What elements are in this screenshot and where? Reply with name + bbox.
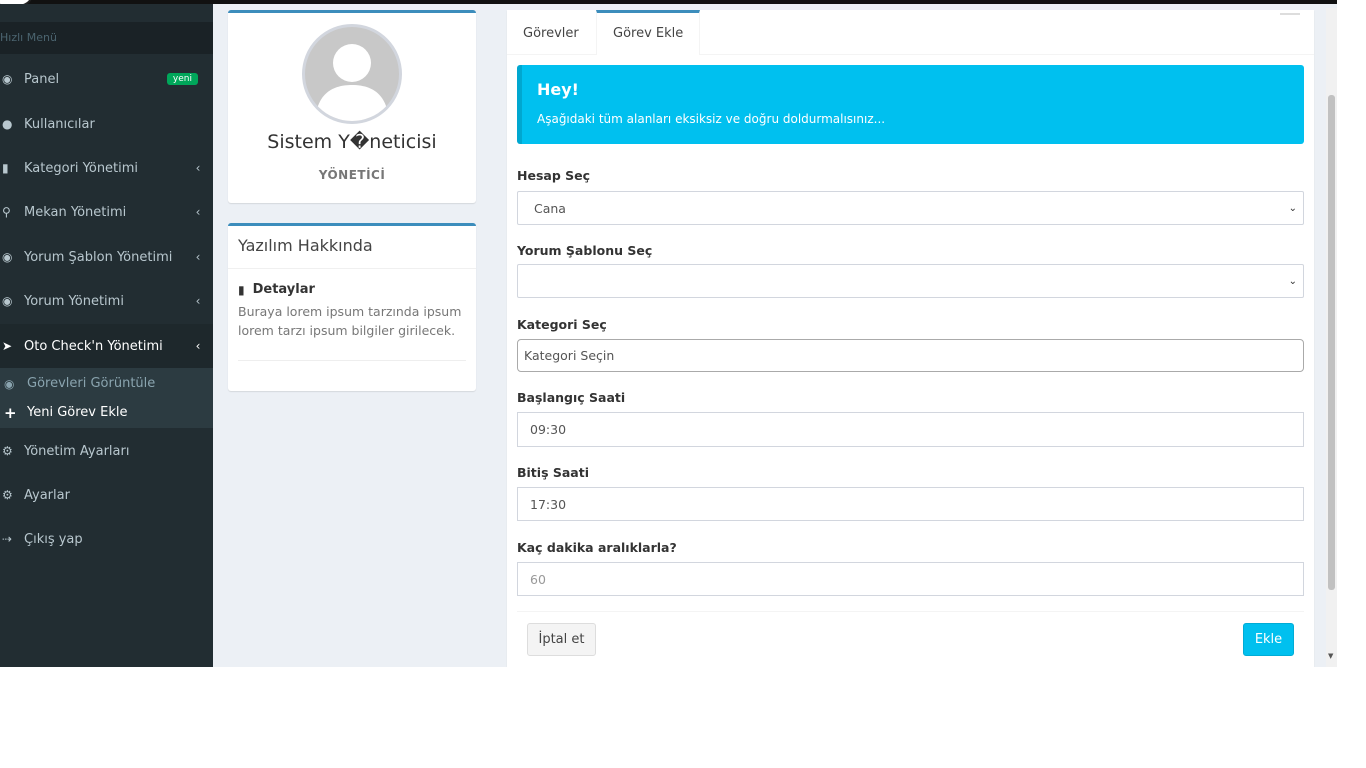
add-button[interactable]: Ekle bbox=[1243, 623, 1294, 656]
cancel-button[interactable]: İptal et bbox=[527, 623, 596, 656]
template-select[interactable]: ⌄ bbox=[517, 264, 1304, 298]
account-select[interactable]: Cana ⌄ bbox=[517, 191, 1304, 225]
sidebar-subitem-label: Görevleri Görüntüle bbox=[27, 376, 156, 391]
tab-bar: Görevler Görev Ekle bbox=[507, 10, 1314, 55]
sidebar-item-label: Panel bbox=[24, 71, 60, 87]
avatar bbox=[302, 24, 402, 124]
gear-icon: ⚙ bbox=[2, 488, 13, 502]
chevron-left-icon: ‹ bbox=[195, 205, 201, 219]
sidebar-item-label: Yorum Şablon Yönetimi bbox=[24, 249, 173, 265]
about-box: Yazılım Hakkında ▮ Detaylar Buraya lorem… bbox=[228, 223, 476, 391]
comments-icon: ◉ bbox=[2, 250, 13, 264]
interval-input[interactable]: 60 bbox=[517, 562, 1304, 596]
divider bbox=[238, 360, 466, 361]
chevron-left-icon: ‹ bbox=[195, 161, 201, 175]
sidebar-item-label: Kullanıcılar bbox=[24, 116, 95, 132]
interval-label: Kaç dakika aralıklarla? bbox=[517, 540, 677, 555]
sidebar-item-logout[interactable]: ⇢ Çıkış yap bbox=[0, 517, 213, 561]
sidebar-item-label: Kategori Yönetimi bbox=[24, 160, 139, 176]
eye-icon: ◉ bbox=[4, 376, 15, 391]
sidebar-item-label: Mekan Yönetimi bbox=[24, 204, 127, 220]
category-multiselect[interactable]: Kategori Seçin bbox=[517, 339, 1304, 372]
sign-out-icon: ⇢ bbox=[2, 532, 13, 546]
sidebar-item-label: Ayarlar bbox=[24, 487, 70, 503]
sidebar-item-label: Çıkış yap bbox=[24, 531, 83, 547]
map-marker-icon: ⚲ bbox=[2, 205, 11, 219]
sidebar-item-users[interactable]: ● Kullanıcılar bbox=[0, 102, 213, 146]
template-label: Yorum Şablonu Seç bbox=[517, 243, 653, 258]
sidebar-item-panel[interactable]: ◉ Panel yeni bbox=[0, 57, 213, 101]
new-badge: yeni bbox=[166, 73, 198, 85]
sidebar-header: Hızlı Menü bbox=[0, 22, 213, 54]
sidebar-subitem-view-tasks[interactable]: ◉ Görevleri Görüntüle bbox=[0, 369, 213, 398]
task-panel: Görevler Görev Ekle Hey! Aşağıdaki tüm a… bbox=[507, 10, 1314, 667]
dashboard-icon: ◉ bbox=[2, 72, 13, 86]
user-silhouette-icon bbox=[315, 44, 389, 121]
category-placeholder: Kategori Seçin bbox=[524, 348, 615, 363]
sidebar-item-auto-checkin-management[interactable]: ➤ Oto Check'n Yönetimi ‹ bbox=[0, 324, 213, 368]
start-time-input[interactable]: 09:30 bbox=[517, 412, 1304, 447]
sidebar-item-label: Yönetim Ayarları bbox=[24, 443, 130, 459]
end-time-input[interactable]: 17:30 bbox=[517, 487, 1304, 521]
about-title: Yazılım Hakkında bbox=[238, 236, 373, 255]
book-icon: ▮ bbox=[238, 282, 245, 297]
about-subtitle: ▮ Detaylar bbox=[238, 282, 315, 297]
end-time-value: 17:30 bbox=[530, 496, 567, 512]
sidebar-item-category-management[interactable]: ▮ Kategori Yönetimi ‹ bbox=[0, 146, 213, 190]
sidebar-subitem-add-task[interactable]: + Yeni Görev Ekle bbox=[0, 398, 213, 427]
end-time-label: Bitiş Saati bbox=[517, 465, 589, 480]
profile-box: Sistem Y�neticisi YÖNETİCİ bbox=[228, 10, 476, 203]
app-root: Hızlı Menü ◉ Panel yeni ● Kullanıcılar ▮… bbox=[0, 0, 1337, 667]
users-icon: ● bbox=[2, 117, 13, 131]
sidebar-submenu: ◉ Görevleri Görüntüle + Yeni Görev Ekle bbox=[0, 368, 213, 428]
profile-role: YÖNETİCİ bbox=[318, 168, 386, 182]
about-text: Buraya lorem ipsum tarzında ipsum lorem … bbox=[238, 304, 462, 338]
sidebar-item-comment-template-management[interactable]: ◉ Yorum Şablon Yönetimi ‹ bbox=[0, 235, 213, 279]
category-label: Kategori Seç bbox=[517, 317, 607, 332]
start-time-label: Başlangıç Saati bbox=[517, 390, 626, 405]
start-time-value: 09:30 bbox=[530, 422, 567, 437]
book-icon: ▮ bbox=[2, 161, 9, 175]
tab-tasks[interactable]: Görevler bbox=[507, 10, 595, 55]
plus-icon: + bbox=[4, 403, 17, 422]
callout-text: Aşağıdaki tüm alanları eksiksiz ve doğru… bbox=[537, 112, 886, 126]
account-label: Hesap Seç bbox=[517, 168, 591, 183]
divider bbox=[228, 268, 476, 269]
sidebar-item-admin-settings[interactable]: ⚙ Yönetim Ayarları bbox=[0, 429, 213, 473]
interval-placeholder: 60 bbox=[530, 571, 546, 587]
profile-name: Sistem Y�neticisi bbox=[267, 131, 437, 153]
info-callout: Hey! Aşağıdaki tüm alanları eksiksiz ve … bbox=[517, 65, 1304, 144]
sidebar: Hızlı Menü ◉ Panel yeni ● Kullanıcılar ▮… bbox=[0, 4, 213, 667]
sidebar-subitem-label: Yeni Görev Ekle bbox=[27, 405, 128, 420]
chevron-left-icon: ‹ bbox=[195, 294, 201, 308]
chevron-left-icon: ‹ bbox=[195, 339, 201, 353]
chevron-down-icon: ⌄ bbox=[1288, 275, 1297, 287]
divider bbox=[517, 611, 1304, 612]
scroll-down-icon[interactable]: ▼ bbox=[1328, 652, 1333, 660]
scrollbar-thumb[interactable] bbox=[1328, 95, 1335, 590]
sidebar-item-settings[interactable]: ⚙ Ayarlar bbox=[0, 473, 213, 517]
panel-collapse-icon[interactable] bbox=[1280, 13, 1300, 15]
sidebar-item-comment-management[interactable]: ◉ Yorum Yönetimi ‹ bbox=[0, 279, 213, 323]
chevron-left-icon: ‹ bbox=[195, 250, 201, 264]
location-arrow-icon: ➤ bbox=[2, 339, 13, 353]
chevron-down-icon: ⌄ bbox=[1288, 202, 1297, 214]
sidebar-item-place-management[interactable]: ⚲ Mekan Yönetimi ‹ bbox=[0, 190, 213, 234]
gear-icon: ⚙ bbox=[2, 444, 13, 458]
account-select-value: Cana bbox=[534, 200, 566, 216]
sidebar-item-label: Oto Check'n Yönetimi bbox=[24, 338, 163, 354]
comments-icon: ◉ bbox=[2, 294, 13, 308]
callout-title: Hey! bbox=[537, 80, 579, 99]
sidebar-item-label: Yorum Yönetimi bbox=[24, 293, 124, 309]
about-subtitle-label: Detaylar bbox=[252, 282, 315, 297]
tab-add-task[interactable]: Görev Ekle bbox=[596, 10, 701, 55]
